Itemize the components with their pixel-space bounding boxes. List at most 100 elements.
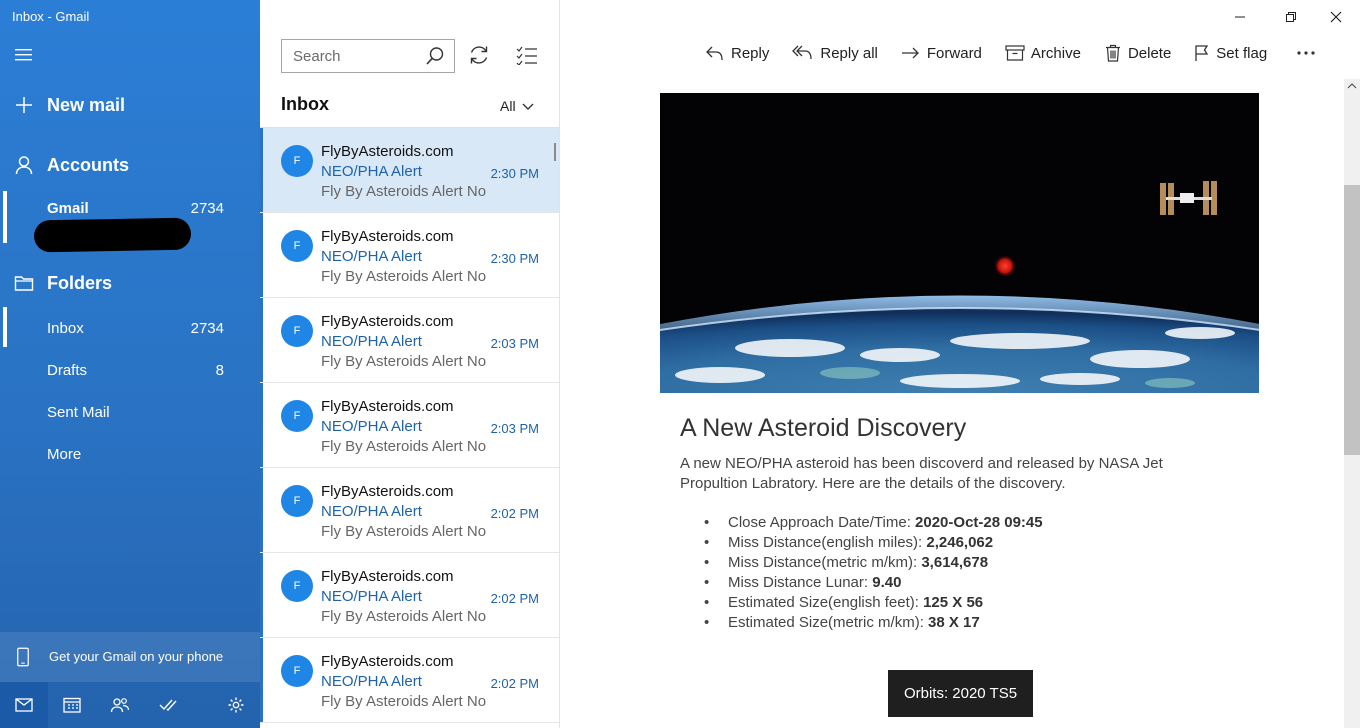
unread-indicator xyxy=(260,638,263,722)
calendar-switch-button[interactable] xyxy=(48,682,96,728)
delete-label: Delete xyxy=(1127,44,1172,62)
avatar: F xyxy=(281,230,313,262)
message-item[interactable]: F FlyByAsteroids.com NEO/PHA Alert 2:30 … xyxy=(260,128,559,213)
message-subject: NEO/PHA Alert xyxy=(321,163,422,180)
message-sender: FlyByAsteroids.com xyxy=(321,228,454,245)
set-flag-button[interactable]: Set flag xyxy=(1194,44,1267,62)
reply-icon xyxy=(706,46,723,61)
folder-count: 2734 xyxy=(190,319,224,337)
people-icon xyxy=(110,698,130,713)
avatar: F xyxy=(281,570,313,602)
message-preview: Fly By Asteroids Alert No xyxy=(321,693,487,710)
minimize-button[interactable] xyxy=(1230,8,1250,26)
reading-pane-scrollbar[interactable] xyxy=(1344,79,1360,728)
folder-item-inbox[interactable]: Inbox 2734 xyxy=(0,318,260,338)
message-time: 2:30 PM xyxy=(490,166,539,181)
accounts-button[interactable]: Accounts xyxy=(0,152,260,178)
message-time: 2:02 PM xyxy=(490,676,539,691)
folder-item-drafts[interactable]: Drafts 8 xyxy=(0,360,260,380)
message-item[interactable]: F FlyByAsteroids.com NEO/PHA Alert 2:02 … xyxy=(260,553,559,638)
message-item[interactable]: F FlyByAsteroids.com NEO/PHA Alert 2:03 … xyxy=(260,383,559,468)
message-time: 2:03 PM xyxy=(490,421,539,436)
list-title: Inbox xyxy=(281,94,329,114)
account-unread-count: 2734 xyxy=(190,199,224,217)
forward-button[interactable]: Forward xyxy=(901,45,982,62)
hamburger-menu-icon[interactable] xyxy=(14,46,34,64)
avatar: F xyxy=(281,145,313,177)
unread-indicator xyxy=(260,298,263,382)
unread-indicator xyxy=(260,383,263,467)
message-subject: NEO/PHA Alert xyxy=(321,503,422,520)
folder-item-more[interactable]: More xyxy=(0,444,260,464)
flag-icon xyxy=(1195,45,1209,61)
message-item[interactable]: F FlyByAsteroids.com NEO/PHA Alert 2:02 … xyxy=(260,638,559,723)
email-heading: A New Asteroid Discovery xyxy=(680,414,967,442)
close-icon xyxy=(1330,11,1342,23)
avatar: F xyxy=(281,485,313,517)
message-subject: NEO/PHA Alert xyxy=(321,248,422,265)
minimize-icon xyxy=(1235,16,1245,18)
people-switch-button[interactable] xyxy=(96,682,144,728)
archive-icon xyxy=(1005,45,1025,61)
detail-value: 125 X 56 xyxy=(923,594,984,611)
window-title: Inbox - Gmail xyxy=(12,9,90,24)
detail-value: 2,246,062 xyxy=(926,534,994,551)
message-sender: FlyByAsteroids.com xyxy=(321,398,454,415)
detail-item: Close Approach Date/Time: 2020-Oct-28 09… xyxy=(704,513,1043,533)
more-actions-button[interactable] xyxy=(1296,50,1322,56)
todo-switch-button[interactable] xyxy=(144,682,192,728)
message-item[interactable]: F FlyByAsteroids.com NEO/PHA Alert 2:02 … xyxy=(260,468,559,553)
message-subject: NEO/PHA Alert xyxy=(321,418,422,435)
folders-button[interactable]: Folders xyxy=(0,270,260,296)
message-sender: FlyByAsteroids.com xyxy=(321,143,454,160)
orbits-button[interactable]: Orbits: 2020 TS5 xyxy=(888,670,1033,717)
account-item-gmail[interactable]: Gmail 2734 xyxy=(0,198,260,218)
detail-item: Miss Distance(metric m/km): 3,614,678 xyxy=(704,553,1043,573)
filter-dropdown[interactable]: All xyxy=(500,98,534,114)
sync-icon[interactable] xyxy=(468,44,490,66)
detail-label: Estimated Size(metric m/km): xyxy=(728,614,929,631)
get-app-promo[interactable]: Get your Gmail on your phone xyxy=(0,632,260,682)
phone-icon xyxy=(17,647,29,667)
message-list: F FlyByAsteroids.com NEO/PHA Alert 2:30 … xyxy=(260,128,560,723)
settings-button[interactable] xyxy=(212,682,260,728)
detail-value: 3,614,678 xyxy=(921,554,989,571)
mail-switch-button[interactable] xyxy=(0,682,48,728)
scroll-up-arrow-icon[interactable] xyxy=(1347,83,1357,89)
close-button[interactable] xyxy=(1326,8,1346,26)
unread-indicator xyxy=(260,213,263,297)
folder-item-sent-mail[interactable]: Sent Mail xyxy=(0,402,260,422)
detail-label: Close Approach Date/Time: xyxy=(728,514,916,531)
unread-indicator xyxy=(260,128,263,212)
search-icon[interactable] xyxy=(425,46,445,66)
restore-button[interactable] xyxy=(1281,8,1301,26)
delete-button[interactable]: Delete xyxy=(1104,44,1171,62)
message-item[interactable]: F FlyByAsteroids.com NEO/PHA Alert 2:03 … xyxy=(260,298,559,383)
new-mail-button[interactable]: New mail xyxy=(0,92,260,118)
folder-icon xyxy=(14,276,34,291)
reply-label: Reply xyxy=(731,44,770,62)
detail-item: Estimated Size(metric m/km): 38 X 17 xyxy=(704,613,1043,633)
archive-label: Archive xyxy=(1030,44,1081,62)
detail-item: Miss Distance Lunar: 9.40 xyxy=(704,573,1043,593)
forward-icon xyxy=(901,47,919,59)
detail-label: Miss Distance(metric m/km): xyxy=(728,554,922,571)
reply-button[interactable]: Reply xyxy=(705,44,769,62)
reply-all-button[interactable]: Reply all xyxy=(792,44,878,62)
person-icon xyxy=(15,156,33,175)
search-box[interactable]: Search xyxy=(281,39,455,73)
message-time: 2:02 PM xyxy=(490,506,539,521)
list-scrollbar-thumb[interactable] xyxy=(554,143,556,161)
reply-all-label: Reply all xyxy=(820,44,878,62)
archive-button[interactable]: Archive xyxy=(1005,45,1081,62)
selection-mode-icon[interactable] xyxy=(516,45,538,65)
double-check-icon xyxy=(159,699,177,712)
scrollbar-thumb[interactable] xyxy=(1344,185,1360,455)
reading-pane: Reply Reply all Forward Archive Delete S… xyxy=(560,0,1360,728)
message-preview: Fly By Asteroids Alert No xyxy=(321,183,487,200)
message-item[interactable]: F FlyByAsteroids.com NEO/PHA Alert 2:30 … xyxy=(260,213,559,298)
accounts-label: Accounts xyxy=(47,154,130,175)
detail-label: Estimated Size(english feet): xyxy=(728,594,924,611)
email-hero-image xyxy=(660,93,1259,393)
message-sender: FlyByAsteroids.com xyxy=(321,313,454,330)
